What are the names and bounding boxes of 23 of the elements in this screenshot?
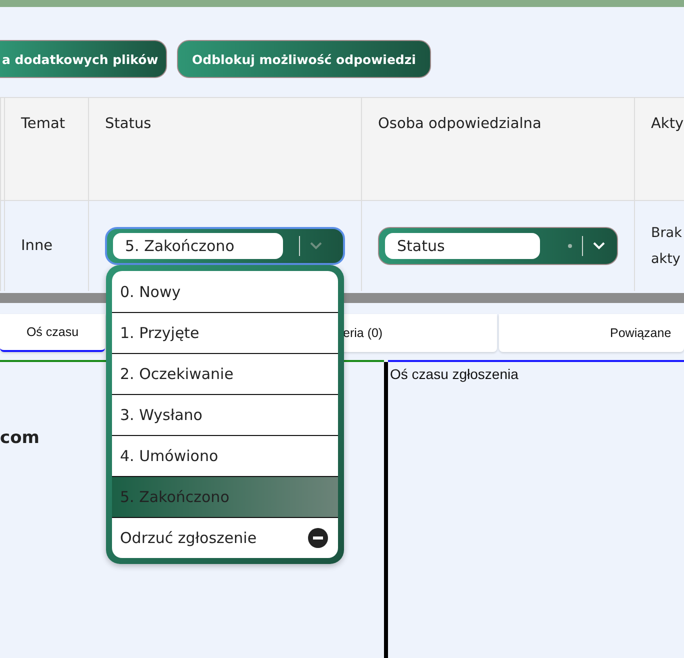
dropdown-option[interactable]: 3. Wysłano <box>112 394 338 435</box>
status-select[interactable]: Status <box>378 227 618 265</box>
select-value: 5. Zakończono <box>113 233 283 259</box>
column-header: Status <box>88 97 361 201</box>
tab[interactable]: Powiązane <box>499 314 684 352</box>
attachments-button[interactable]: a dodatkowych plików <box>0 40 167 78</box>
dropdown-option[interactable]: 2. Oczekiwanie <box>112 353 338 394</box>
status-select[interactable]: 5. Zakończono <box>105 227 345 265</box>
select-value: Status <box>385 233 540 259</box>
minus-circle-icon <box>308 528 328 548</box>
column-header: Akty <box>634 97 684 201</box>
dot-icon <box>568 244 572 248</box>
dropdown-option[interactable]: 1. Przyjęte <box>112 312 338 353</box>
unlock-replies-button[interactable]: Odblokuj możliwość odpowiedzi <box>177 40 431 78</box>
reject-option[interactable]: Odrzuć zgłoszenie <box>112 517 338 558</box>
table-cell-text: Brak akty <box>651 224 683 269</box>
tab[interactable]: Oś czasu <box>0 314 105 352</box>
column-header: Osoba odpowiedzialna <box>361 97 634 201</box>
panel-title: Oś czasu zgłoszenia <box>390 366 518 382</box>
column-header: Temat <box>4 97 88 201</box>
dropdown-option[interactable]: 0. Nowy <box>112 271 338 312</box>
panel-text: com <box>0 428 40 448</box>
table-cell: Inne <box>21 238 53 254</box>
